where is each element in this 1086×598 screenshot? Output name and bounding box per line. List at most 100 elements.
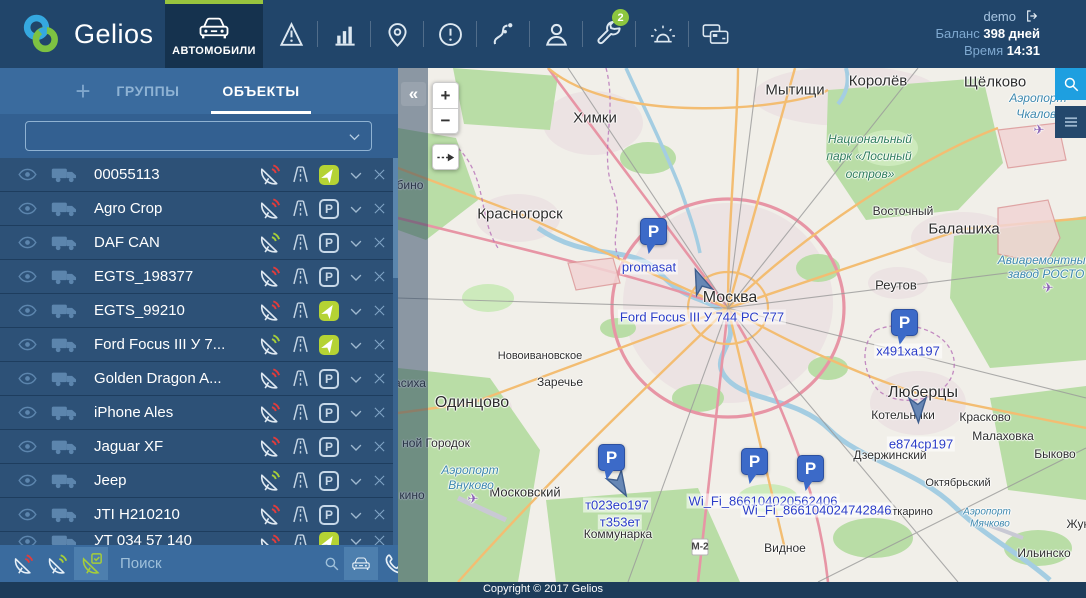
vehicle-name[interactable]: Agro Crop (94, 200, 257, 217)
marker-label[interactable]: x491xa197 (874, 344, 942, 359)
marker-label[interactable]: Ford Focus III У 744 РС 777 (618, 310, 786, 325)
marker-label[interactable]: e874cp197 (887, 437, 955, 452)
marker-label[interactable]: т353ет (598, 515, 642, 530)
siren-icon[interactable] (636, 0, 688, 68)
nav-tab-vehicles[interactable]: АВТОМОБИЛИ (165, 0, 263, 68)
road-track-icon[interactable] (290, 436, 311, 457)
parking-marker[interactable]: P (891, 309, 918, 347)
parking-marker[interactable]: P (797, 455, 824, 493)
chevron-down-icon[interactable] (347, 532, 365, 545)
parking-marker[interactable]: P (741, 448, 768, 486)
tab-groups[interactable]: ГРУППЫ (98, 68, 198, 114)
vehicle-name[interactable]: Jeep (94, 472, 257, 489)
chevron-down-icon[interactable] (347, 200, 365, 218)
remove-icon[interactable] (371, 506, 388, 523)
marker-label[interactable]: т023ео197 (583, 498, 651, 513)
chevron-down-icon[interactable] (347, 438, 365, 456)
vehicle-name[interactable]: EGTS_99210 (94, 302, 257, 319)
vehicle-row[interactable]: JeepP (0, 464, 398, 498)
parking-marker[interactable]: P (598, 444, 625, 482)
vehicle-row[interactable]: Agro CropP (0, 192, 398, 226)
zoom-in-button[interactable]: + (432, 82, 459, 108)
remove-icon[interactable] (371, 404, 388, 421)
road-track-icon[interactable] (290, 266, 311, 287)
chevron-down-icon[interactable] (347, 302, 365, 320)
vehicle-row[interactable]: DAF CANP (0, 226, 398, 260)
zoom-out-button[interactable]: − (432, 108, 459, 134)
location-pin-icon[interactable] (371, 0, 423, 68)
direction-arrow-marker[interactable] (683, 263, 716, 300)
road-track-icon[interactable] (290, 532, 311, 545)
chevron-down-icon[interactable] (347, 234, 365, 252)
chevron-down-icon[interactable] (347, 166, 365, 184)
road-track-icon[interactable] (290, 368, 311, 389)
vehicle-row[interactable]: 00055113 (0, 158, 398, 192)
marker-label[interactable]: Wi_Fi_866104024742846 (741, 503, 894, 518)
satellite-online-icon[interactable] (40, 547, 74, 580)
remove-icon[interactable] (371, 370, 388, 387)
route-track-icon[interactable] (477, 0, 529, 68)
visibility-eye-icon[interactable] (18, 471, 37, 490)
parking-marker-box[interactable]: P (891, 309, 918, 336)
remove-icon[interactable] (371, 166, 388, 183)
vehicle-name[interactable]: DAF CAN (94, 234, 257, 251)
chevron-down-icon[interactable] (347, 370, 365, 388)
remove-icon[interactable] (371, 472, 388, 489)
road-track-icon[interactable] (290, 470, 311, 491)
warning-triangle-icon[interactable] (265, 0, 317, 68)
add-group-button[interactable]: + (68, 71, 98, 111)
logout-icon[interactable] (1024, 8, 1040, 24)
visibility-eye-icon[interactable] (18, 233, 37, 252)
road-track-icon[interactable] (290, 334, 311, 355)
payment-cards-icon[interactable] (689, 0, 741, 68)
chevron-down-icon[interactable] (347, 336, 365, 354)
vehicle-row[interactable]: iPhone AlesP (0, 396, 398, 430)
bar-chart-icon[interactable] (318, 0, 370, 68)
vehicle-name[interactable]: Golden Dragon A... (94, 370, 257, 387)
tab-objects[interactable]: ОБЪЕКТЫ (208, 68, 314, 114)
marker-label[interactable]: promasat (620, 260, 678, 275)
visibility-eye-icon[interactable] (18, 301, 37, 320)
road-track-icon[interactable] (290, 402, 311, 423)
remove-icon[interactable] (371, 302, 388, 319)
vehicle-name[interactable]: iPhone Ales (94, 404, 257, 421)
username[interactable]: demo (983, 9, 1016, 24)
map-menu-button[interactable] (1055, 106, 1086, 138)
parking-marker-box[interactable]: P (797, 455, 824, 482)
parking-marker-box[interactable]: P (741, 448, 768, 475)
vehicle-row[interactable]: Ford Focus III У 7... (0, 328, 398, 362)
visibility-eye-icon[interactable] (18, 505, 37, 524)
road-track-icon[interactable] (290, 232, 311, 253)
map-search-button[interactable] (1055, 68, 1086, 100)
satellite-offline-icon[interactable] (6, 547, 40, 580)
wrench-icon[interactable]: 2 (583, 0, 635, 68)
vehicle-row[interactable]: JTI H210210P (0, 498, 398, 532)
visibility-eye-icon[interactable] (18, 403, 37, 422)
vehicle-name[interactable]: EGTS_198377 (94, 268, 257, 285)
car-icon[interactable] (344, 547, 378, 580)
vehicle-row[interactable]: УТ 034 57 140 (0, 532, 398, 545)
remove-icon[interactable] (371, 234, 388, 251)
vehicle-name[interactable]: 00055113 (94, 166, 257, 183)
road-track-icon[interactable] (290, 300, 311, 321)
collapse-sidebar-button[interactable]: « (401, 82, 426, 106)
group-select[interactable] (25, 121, 372, 151)
remove-icon[interactable] (371, 336, 388, 353)
vehicle-row[interactable]: EGTS_198377P (0, 260, 398, 294)
visibility-eye-icon[interactable] (18, 165, 37, 184)
vehicle-row[interactable]: EGTS_99210 (0, 294, 398, 328)
vehicle-name[interactable]: УТ 034 57 140 (94, 532, 257, 545)
road-track-icon[interactable] (290, 164, 311, 185)
alert-circle-icon[interactable] (424, 0, 476, 68)
visibility-eye-icon[interactable] (18, 267, 37, 286)
vehicle-row[interactable]: Golden Dragon A...P (0, 362, 398, 396)
search-input[interactable] (120, 555, 319, 572)
visibility-eye-icon[interactable] (18, 369, 37, 388)
visibility-eye-icon[interactable] (18, 335, 37, 354)
visibility-eye-icon[interactable] (18, 532, 37, 545)
chevron-down-icon[interactable] (347, 404, 365, 422)
user-icon[interactable] (530, 0, 582, 68)
remove-icon[interactable] (371, 268, 388, 285)
parking-marker-box[interactable]: P (640, 218, 667, 245)
vehicle-row[interactable]: Jaguar XFP (0, 430, 398, 464)
